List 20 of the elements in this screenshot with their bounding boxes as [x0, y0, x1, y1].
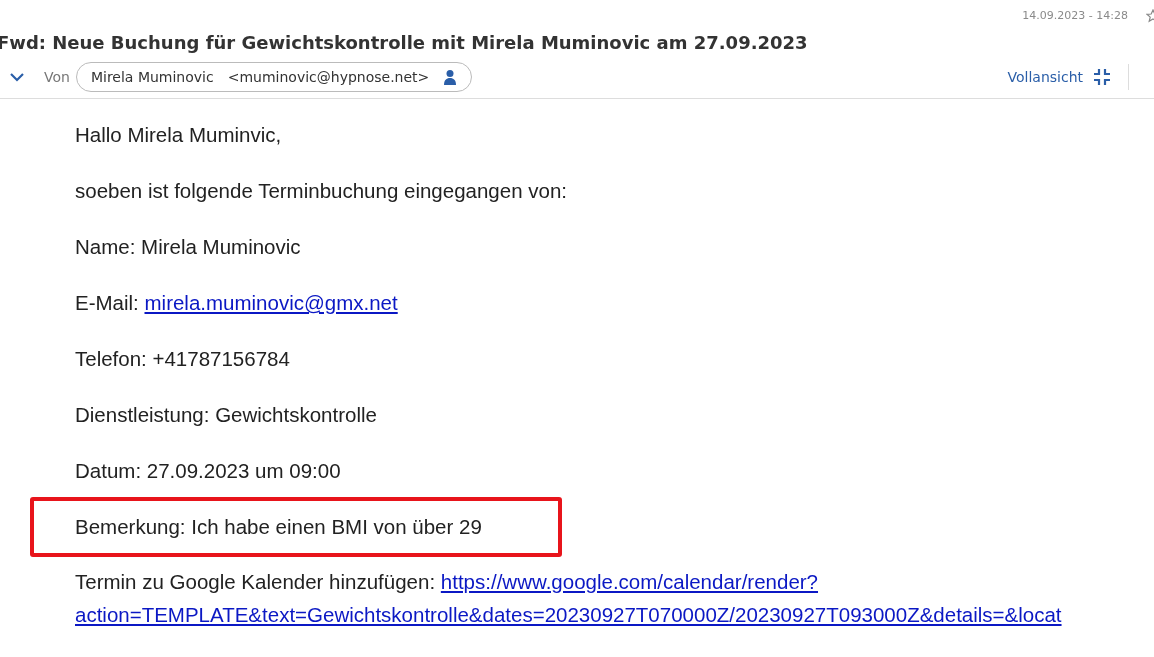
- paragraph: Datum: 27.09.2023 um 09:00: [74, 458, 342, 484]
- paragraph-text: E-Mail:: [75, 291, 139, 314]
- chevron-down-icon[interactable]: [9, 72, 25, 82]
- from-label: Von: [44, 69, 70, 85]
- paragraph: soeben ist folgende Terminbuchung eingegangen von:: [74, 178, 568, 204]
- paragraph: Telefon: +41787156784: [74, 346, 291, 372]
- paragraph: Name: Mirela Muminovic: [74, 234, 302, 260]
- date-text: 14.09.2023 - 14:28: [1022, 8, 1128, 22]
- paragraph-text: Termin zu Google Kalender hinzufügen:: [75, 570, 436, 593]
- sender-name: Mirela Muminovic: [90, 69, 214, 85]
- full-view-button[interactable]: Vollansicht: [1007, 68, 1111, 86]
- link[interactable]: https://www.google.com/calendar/render?: [440, 570, 818, 593]
- person-icon: [443, 69, 458, 85]
- link[interactable]: mirela.muminovic@gmx.net: [144, 291, 398, 314]
- paragraph: Dienstleistung: Gewichtskontrolle: [74, 402, 378, 428]
- paragraph: Hallo Mirela Muminvic,: [74, 122, 283, 148]
- compress-icon: [1093, 68, 1111, 86]
- link[interactable]: action=TEMPLATE&text=Gewichtskontrolle&dates=20230927T070000Z/20230927T093000Z&details=&locat: [75, 603, 1062, 626]
- sender-email: <muminovic@hypnose.net>: [227, 69, 430, 85]
- highlighted-paragraph: Bemerkung: Ich habe einen BMI von über 29: [30, 497, 562, 557]
